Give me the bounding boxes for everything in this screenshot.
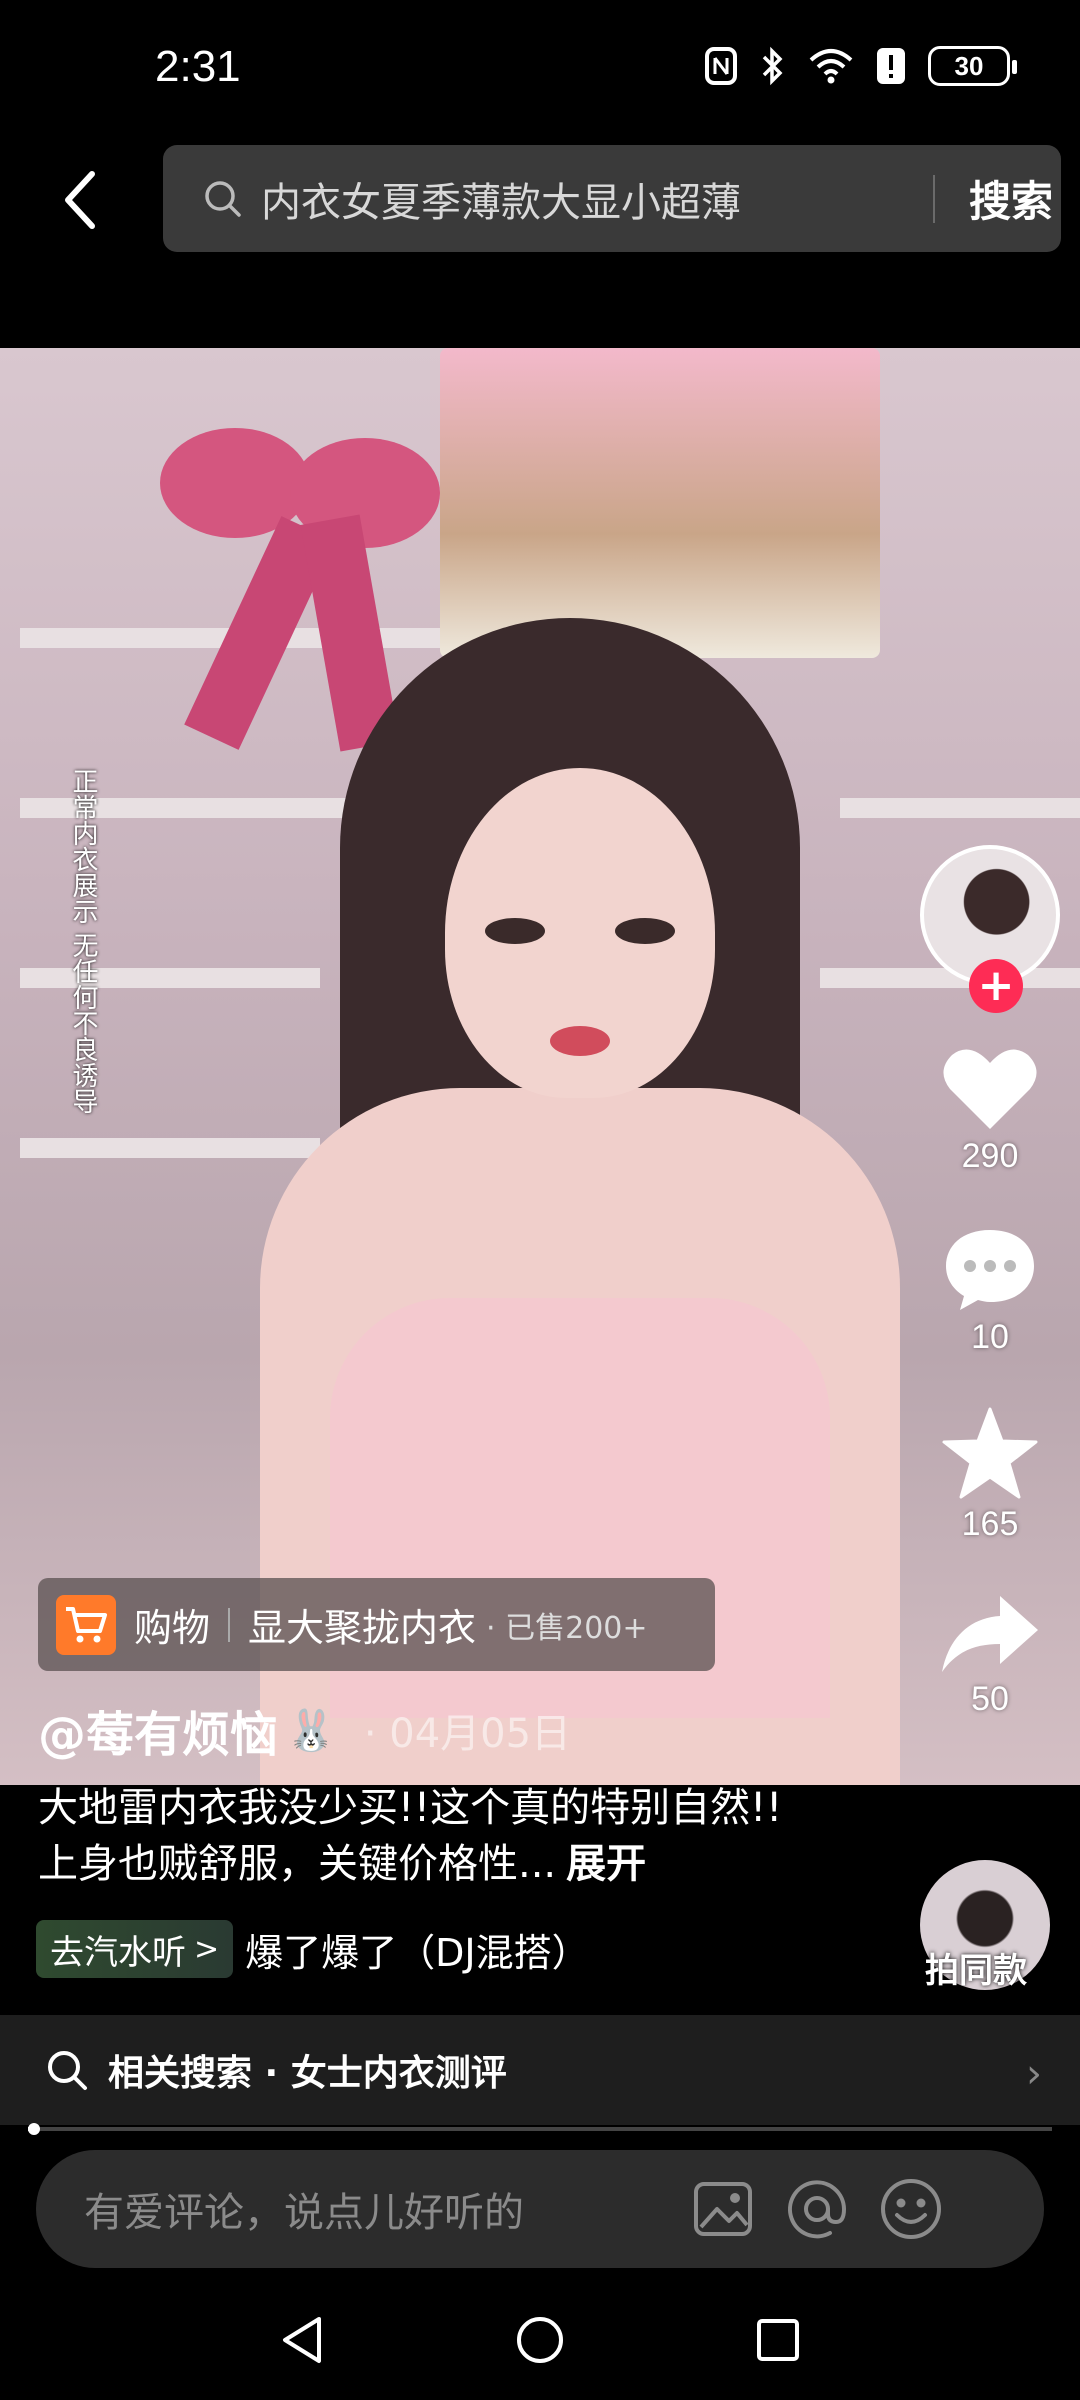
comment-button[interactable]: 10 (942, 1226, 1038, 1357)
comment-bubble-icon (946, 1230, 1034, 1310)
music-row: 去汽水听 > 爆了爆了（DJ混搭） (36, 1920, 685, 1978)
search-icon (201, 177, 245, 221)
wifi-icon (809, 49, 853, 84)
status-icons: 30 (704, 46, 1017, 86)
comment-input[interactable]: 有爱评论，说点儿好听的 (84, 2180, 664, 2238)
image-picker-button[interactable] (688, 2174, 758, 2244)
search-input[interactable]: 内衣女夏季薄款大显小超薄 (261, 170, 901, 228)
video-progress-bar[interactable] (28, 2123, 1052, 2135)
hanging-bras (440, 348, 880, 658)
related-search-text: 相关搜索 · 女士内衣测评 (108, 2053, 507, 2094)
search-divider (933, 174, 935, 223)
battery-icon: 30 (928, 46, 1017, 86)
caption-text: 大地雷内衣我没少买!!这个真的特别自然!!上身也贼舒服，关键价格性... (38, 1785, 783, 1887)
post-date: · 04月05日 (363, 1711, 572, 1757)
shop-label: 购物 (134, 1606, 211, 1650)
chevron-right-icon: > (194, 1931, 220, 1967)
status-bar: 2:31 30 (0, 0, 1080, 140)
shopping-chip[interactable]: 购物 显大聚拢内衣 · 已售200+ (38, 1578, 715, 1671)
emoji-button[interactable] (876, 2174, 946, 2244)
like-count: 290 (961, 1137, 1019, 1175)
author-row: @莓有烦恼 🐰 · 04月05日 (38, 1695, 571, 1765)
pink-bow (160, 428, 440, 752)
follow-button[interactable]: + (969, 959, 1023, 1013)
nav-home-icon[interactable] (515, 2315, 565, 2365)
share-count: 50 (971, 1680, 1009, 1718)
smiley-icon (881, 2179, 941, 2239)
author-avatar[interactable]: + (920, 845, 1060, 1013)
like-button[interactable]: 290 (942, 1045, 1038, 1176)
video-side-caption: 正常内衣展示 无任何不良诱导 (68, 768, 98, 1115)
music-chip-label: 去汽水听 (50, 1932, 186, 1973)
soda-music-chip[interactable]: 去汽水听 > (36, 1920, 234, 1978)
back-arrow-icon (65, 171, 95, 229)
search-submit-button[interactable]: 搜索 (969, 168, 1053, 229)
shelf (20, 1138, 320, 1158)
back-button[interactable] (50, 165, 110, 235)
related-search-bar[interactable]: 相关搜索 · 女士内衣测评 › (0, 2015, 1080, 2125)
nav-recents-icon[interactable] (755, 2317, 801, 2363)
at-icon (788, 2180, 847, 2239)
author-name[interactable]: @莓有烦恼 (38, 1695, 278, 1765)
mention-button[interactable] (782, 2174, 852, 2244)
comment-count: 10 (971, 1318, 1009, 1356)
shop-divider (228, 1607, 231, 1642)
action-column: + 290 10 165 50 (915, 845, 1065, 1719)
cart-icon (56, 1594, 116, 1655)
share-button[interactable]: 50 (940, 1594, 1040, 1719)
favorite-count: 165 (961, 1505, 1019, 1543)
heart-icon (943, 1049, 1037, 1129)
progress-handle[interactable] (28, 2123, 40, 2135)
status-time: 2:31 (155, 42, 241, 91)
search-icon (42, 2045, 92, 2095)
bunny-emoji-icon: 🐰 (286, 1707, 336, 1754)
share-arrow-icon (942, 1596, 1038, 1672)
post-caption[interactable]: 大地雷内衣我没少买!!这个真的特别自然!!上身也贼舒服，关键价格性... 展开 (38, 1780, 798, 1892)
bluetooth-icon (762, 46, 783, 86)
image-icon (694, 2182, 752, 2236)
music-title[interactable]: 爆了爆了（DJ混搭） (245, 1922, 685, 1977)
star-icon (942, 1407, 1038, 1499)
search-bar[interactable]: 内衣女夏季薄款大显小超薄 搜索 (163, 145, 1061, 252)
nfc-icon (705, 47, 737, 85)
shelf (840, 798, 1080, 818)
alert-icon (877, 48, 905, 84)
same-style-button[interactable]: 拍同款 (925, 1943, 1027, 1992)
expand-button[interactable]: 展开 (566, 1841, 646, 1887)
favorite-button[interactable]: 165 (942, 1407, 1038, 1544)
chevron-right-icon: › (1026, 2051, 1042, 2097)
shop-product-name: 显大聚拢内衣 (248, 1606, 477, 1650)
shop-sold-count: · 已售200+ (486, 1610, 648, 1646)
nav-back-icon[interactable] (279, 2315, 325, 2365)
system-nav-bar (0, 2280, 1080, 2400)
comment-input-bar[interactable]: 有爱评论，说点儿好听的 (36, 2150, 1044, 2268)
